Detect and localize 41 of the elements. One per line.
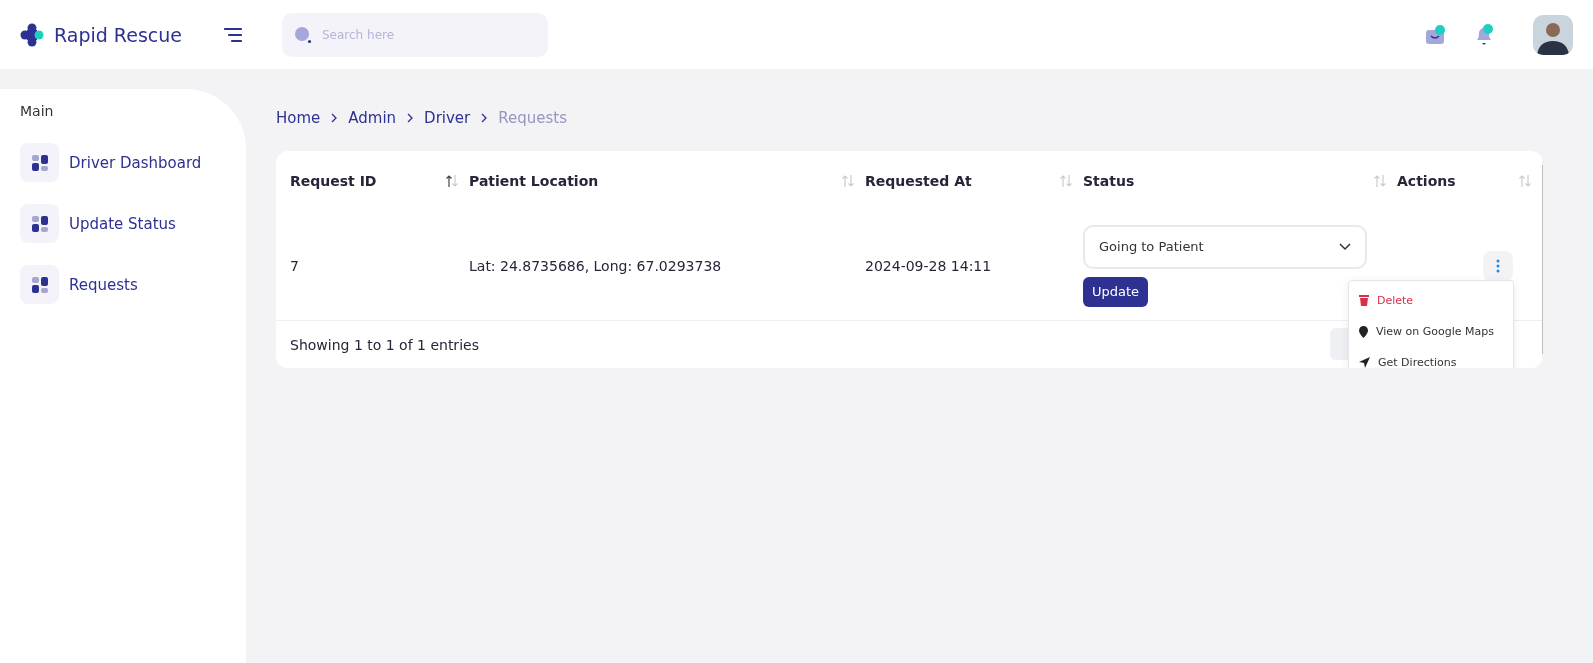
breadcrumb-link[interactable]: Home — [276, 109, 321, 127]
grid-icon — [30, 153, 49, 172]
sidebar-item[interactable]: Requests — [20, 265, 226, 304]
chevron-icon — [330, 113, 339, 123]
menu-item[interactable]: View on Google Maps — [1349, 316, 1513, 347]
more-options-button[interactable] — [1483, 250, 1513, 281]
entries-info: Showing 1 to 1 of 1 entries — [290, 336, 479, 353]
brand-name: Rapid Rescue — [54, 23, 182, 46]
search-field[interactable]: Search here — [282, 12, 548, 57]
map-pin-icon — [1359, 325, 1368, 338]
chevron-down-icon — [1339, 242, 1351, 251]
table-cell: 7 — [290, 257, 299, 274]
sidebar-item[interactable]: Update Status — [20, 204, 226, 243]
column-header[interactable]: Status — [1083, 173, 1135, 189]
navigation-arrow-icon — [1359, 357, 1370, 368]
column-header[interactable]: Requested At — [865, 173, 972, 189]
sidebar-heading: Main — [20, 103, 55, 119]
column-header[interactable]: Actions — [1397, 173, 1456, 189]
breadcrumb-link[interactable]: Admin — [348, 109, 397, 127]
table-cell: 2024-09-28 14:11 — [865, 257, 992, 274]
update-button[interactable]: Update — [1083, 276, 1149, 307]
table-cell: Lat: 24.8735686, Long: 67.0293738 — [469, 257, 722, 274]
vertical-dots-icon — [1496, 258, 1500, 273]
grid-icon — [30, 275, 49, 294]
sidebar-item[interactable]: Driver Dashboard — [20, 143, 226, 182]
logo-icon — [20, 22, 44, 47]
chevron-icon — [406, 113, 415, 123]
trash-icon — [1359, 295, 1369, 306]
menu-item[interactable]: Get Directions — [1349, 347, 1513, 368]
avatar[interactable] — [1533, 14, 1573, 55]
grid-icon — [30, 214, 49, 233]
breadcrumb-link[interactable]: Driver — [424, 109, 471, 127]
search-icon — [294, 25, 312, 44]
column-header[interactable]: Request ID — [290, 173, 377, 189]
mail-icon[interactable] — [1425, 24, 1447, 45]
menu-item[interactable]: Delete — [1349, 285, 1513, 316]
chevron-icon — [480, 113, 489, 123]
sort-icon[interactable] — [445, 174, 459, 188]
status-select[interactable]: Going to Patient — [1083, 224, 1367, 269]
column-header[interactable]: Patient Location — [469, 173, 599, 189]
menu-button[interactable] — [224, 26, 242, 43]
